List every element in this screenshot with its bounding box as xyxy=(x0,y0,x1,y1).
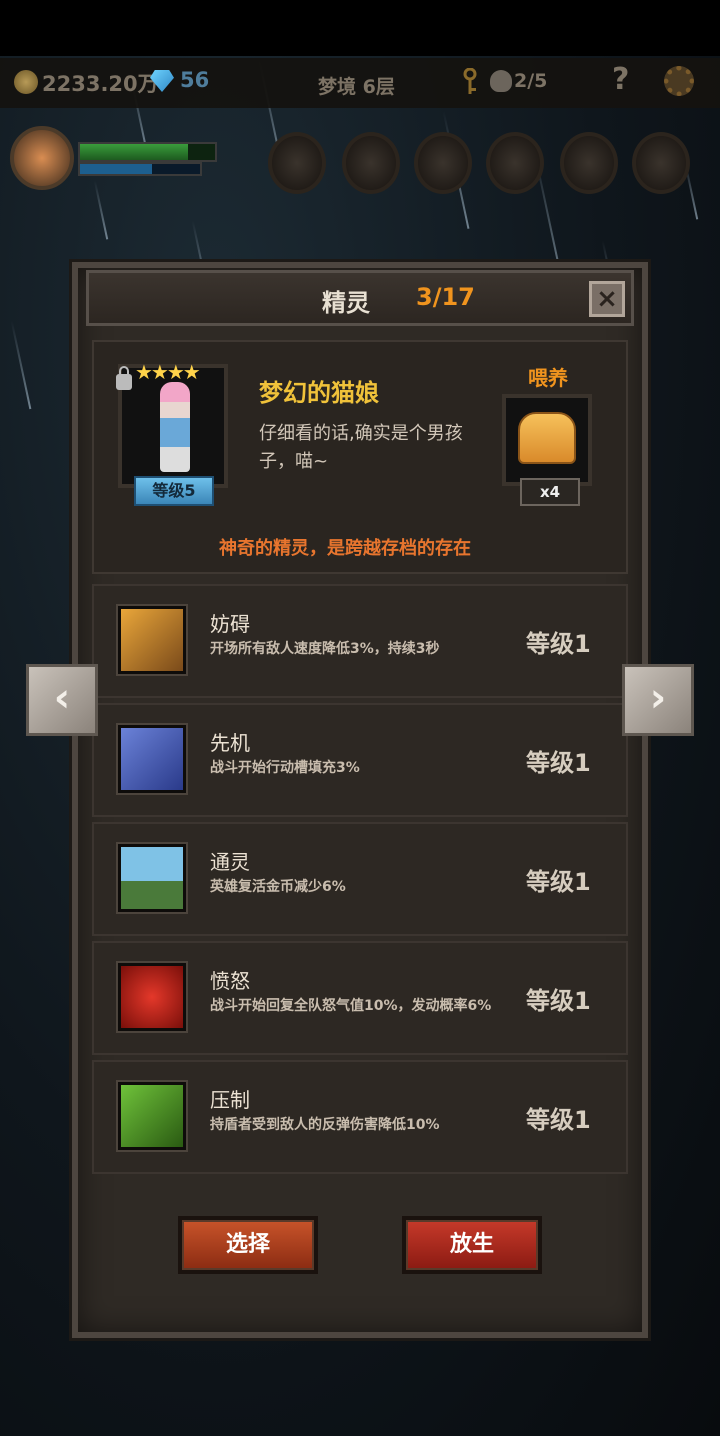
hero-health-bar xyxy=(78,142,217,162)
skill-name: 愤怒 xyxy=(210,969,250,993)
star-rating: ★★★★ xyxy=(135,360,201,384)
close-button[interactable]: × xyxy=(589,281,625,317)
pet-description: 仔细看的话,确实是个男孩子，喵~ xyxy=(259,423,463,472)
pet-level-badge: 等级5 xyxy=(134,476,214,506)
skill-name: 通灵 xyxy=(210,850,250,874)
skill-level: 等级1 xyxy=(526,1106,591,1134)
skill-row: 通灵 英雄复活金币减少6% 等级1 xyxy=(92,822,628,936)
lock-icon[interactable] xyxy=(116,366,132,390)
beast-paw-icon xyxy=(118,1082,186,1150)
skill-description: 持盾者受到敌人的反弹伤害降低10% xyxy=(210,1117,440,1133)
gold-amount: 2233.20万 xyxy=(42,72,159,96)
tombstone-icon xyxy=(118,844,186,912)
skill-name: 压制 xyxy=(210,1088,250,1112)
skill-level: 等级1 xyxy=(526,987,591,1015)
skill-level: 等级1 xyxy=(526,630,591,658)
gold-coin-icon xyxy=(14,70,38,94)
hero-avatar[interactable] xyxy=(10,126,74,190)
inventory-slot-6[interactable] xyxy=(632,132,690,194)
roaring-beast-icon xyxy=(118,963,186,1031)
select-button[interactable]: 选择 xyxy=(178,1216,318,1274)
next-pet-button[interactable]: › xyxy=(622,664,694,736)
feed-quantity: x4 xyxy=(520,478,580,506)
skill-description: 英雄复活金币减少6% xyxy=(210,879,346,895)
skill-description: 战斗开始回复全队怒气值10%，发动概率6% xyxy=(210,998,492,1014)
settings-gear-icon[interactable] xyxy=(664,66,694,96)
status-bar-area xyxy=(0,0,720,56)
skill-row: 先机 战斗开始行动槽填充3% 等级1 xyxy=(92,703,628,817)
inventory-slot-1[interactable] xyxy=(268,132,326,194)
pet-count: 3/17 xyxy=(416,283,475,311)
pet-name: 梦幻的猫娘 xyxy=(259,379,379,407)
pet-tagline: 神奇的精灵，是跨越存档的存在 xyxy=(219,538,471,559)
inventory-slot-4[interactable] xyxy=(486,132,544,194)
skill-description: 战斗开始行动槽填充3% xyxy=(210,760,360,776)
inventory-slot-3[interactable] xyxy=(414,132,472,194)
feed-label: 喂养 xyxy=(528,366,568,390)
location-label: 梦境 6层 xyxy=(318,76,395,98)
key-icon xyxy=(463,68,477,94)
inventory-slot-2[interactable] xyxy=(342,132,400,194)
chained-boot-icon xyxy=(118,606,186,674)
cat-girl-sprite xyxy=(160,382,190,472)
skill-row: 压制 持盾者受到敌人的反弹伤害降低10% 等级1 xyxy=(92,1060,628,1174)
leopard-icon xyxy=(118,725,186,793)
inventory-slot-5[interactable] xyxy=(560,132,618,194)
skill-row: 愤怒 战斗开始回复全队怒气值10%，发动概率6% 等级1 xyxy=(92,941,628,1055)
hero-mana-bar xyxy=(78,162,202,176)
skill-level: 等级1 xyxy=(526,868,591,896)
help-button[interactable]: ? xyxy=(612,62,629,97)
bread-icon xyxy=(518,412,576,464)
release-button[interactable]: 放生 xyxy=(402,1216,542,1274)
skill-name: 先机 xyxy=(210,731,250,755)
skull-icon xyxy=(490,70,512,92)
skill-name: 妨碍 xyxy=(210,612,250,636)
prev-pet-button[interactable]: ‹ xyxy=(26,664,98,736)
dialog-title: 精灵 xyxy=(322,289,370,317)
gem-count: 56 xyxy=(180,68,210,92)
key-skull-count: 2/5 xyxy=(514,70,548,92)
skill-description: 开场所有敌人速度降低3%，持续3秒 xyxy=(210,641,440,657)
skill-row: 妨碍 开场所有敌人速度降低3%，持续3秒 等级1 xyxy=(92,584,628,698)
skill-level: 等级1 xyxy=(526,749,591,777)
